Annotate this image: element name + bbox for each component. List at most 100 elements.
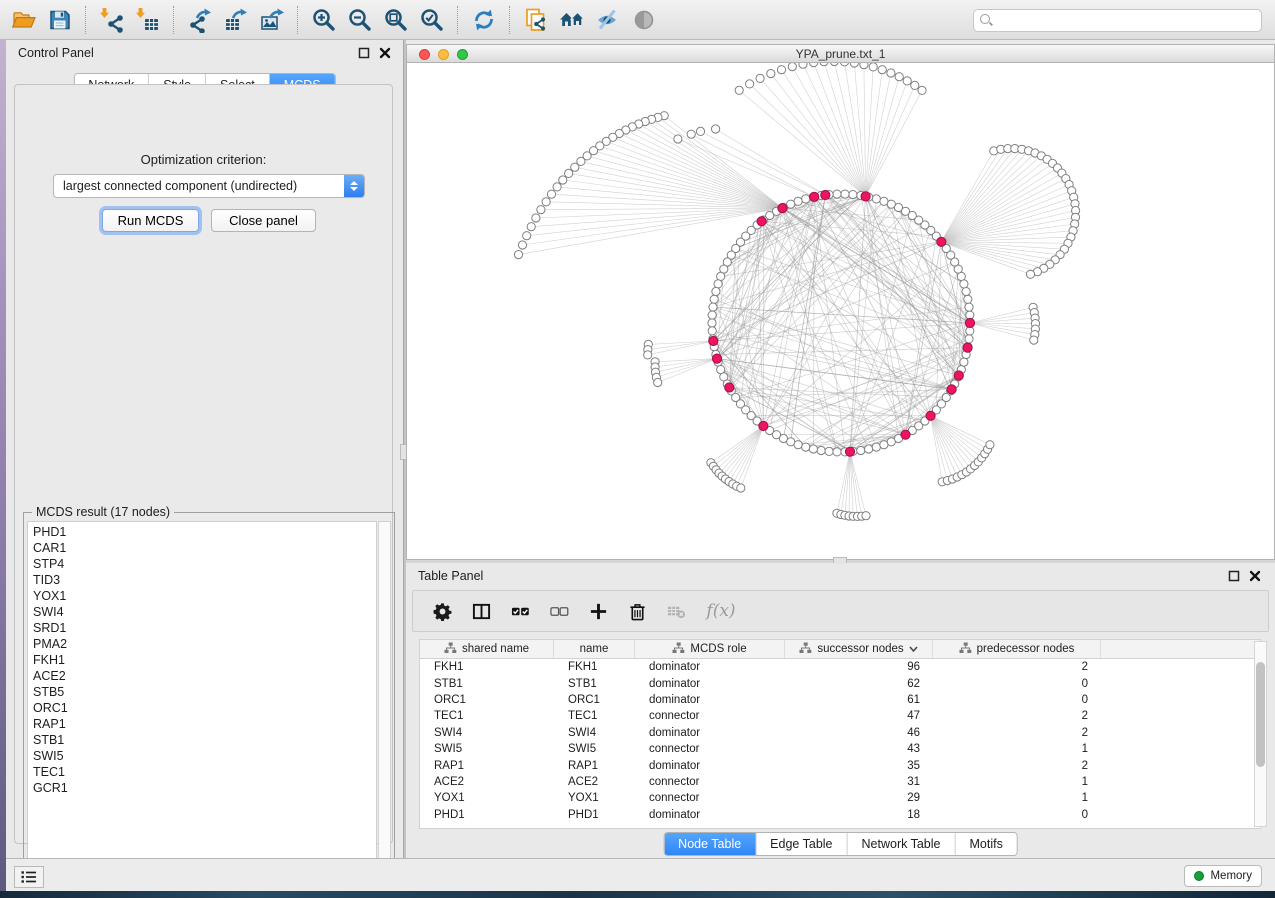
cell-name[interactable]: ACE2 <box>554 776 635 788</box>
cell-shared-name[interactable]: STB1 <box>420 678 554 690</box>
table-scrollbar[interactable] <box>1254 641 1267 827</box>
cell-MCDS-role[interactable]: connector <box>635 776 785 788</box>
mcds-result-item[interactable]: YOX1 <box>33 588 376 604</box>
mcds-result-scrollbar[interactable] <box>378 521 391 881</box>
check-all-icon[interactable] <box>509 600 531 622</box>
cell-shared-name[interactable]: YOX1 <box>420 792 554 804</box>
cell-MCDS-role[interactable]: dominator <box>635 694 785 706</box>
cell-predecessor-nodes[interactable]: 2 <box>933 727 1101 739</box>
mcds-result-item[interactable]: GCR1 <box>33 780 376 796</box>
mcds-result-item[interactable]: TEC1 <box>33 764 376 780</box>
export-image-icon[interactable] <box>254 5 290 35</box>
run-mcds-button[interactable]: Run MCDS <box>102 209 199 232</box>
tab-motifs[interactable]: Motifs <box>955 833 1016 855</box>
mcds-result-item[interactable]: ORC1 <box>33 700 376 716</box>
close-panel-icon[interactable] <box>1249 570 1261 582</box>
cell-shared-name[interactable]: ORC1 <box>420 694 554 706</box>
cell-name[interactable]: YOX1 <box>554 792 635 804</box>
minimize-window-icon[interactable] <box>438 49 449 60</box>
open-file-icon[interactable] <box>6 5 42 35</box>
table-row-PHD1[interactable]: PHD1PHD1dominator180 <box>420 807 1260 823</box>
cell-MCDS-role[interactable]: dominator <box>635 678 785 690</box>
close-panel-icon[interactable] <box>379 47 391 59</box>
uncheck-all-icon[interactable] <box>548 600 570 622</box>
refresh-layout-icon[interactable] <box>466 5 502 35</box>
mcds-result-item[interactable]: PMA2 <box>33 636 376 652</box>
mcds-result-item[interactable]: CAR1 <box>33 540 376 556</box>
cell-MCDS-role[interactable]: dominator <box>635 809 785 821</box>
clone-network-icon[interactable] <box>518 5 554 35</box>
cell-name[interactable]: FKH1 <box>554 661 635 673</box>
scrollbar-thumb[interactable] <box>1256 662 1265 767</box>
float-panel-icon[interactable] <box>1228 570 1240 582</box>
cell-name[interactable]: SWI4 <box>554 727 635 739</box>
cell-shared-name[interactable]: RAP1 <box>420 760 554 772</box>
cell-predecessor-nodes[interactable]: 0 <box>933 694 1101 706</box>
mcds-result-list[interactable]: PHD1CAR1STP4TID3YOX1SWI4SRD1PMA2FKH1ACE2… <box>27 521 377 881</box>
cell-predecessor-nodes[interactable]: 0 <box>933 678 1101 690</box>
column-header-predecessor-nodes[interactable]: predecessor nodes <box>933 640 1101 658</box>
table-row-SWI4[interactable]: SWI4SWI4dominator462 <box>420 725 1260 741</box>
cell-predecessor-nodes[interactable]: 2 <box>933 760 1101 772</box>
tab-network-table[interactable]: Network Table <box>848 833 956 855</box>
cell-successor-nodes[interactable]: 47 <box>785 710 933 722</box>
mcds-result-item[interactable]: SWI5 <box>33 748 376 764</box>
import-network-icon[interactable] <box>94 5 130 35</box>
table-row-SWI5[interactable]: SWI5SWI5connector431 <box>420 741 1260 757</box>
cell-shared-name[interactable]: SWI4 <box>420 727 554 739</box>
search-input[interactable] <box>993 14 1261 28</box>
close-window-icon[interactable] <box>419 49 430 60</box>
cell-successor-nodes[interactable]: 62 <box>785 678 933 690</box>
table-row-YOX1[interactable]: YOX1YOX1connector291 <box>420 790 1260 806</box>
table-row-RAP1[interactable]: RAP1RAP1dominator352 <box>420 757 1260 773</box>
float-panel-icon[interactable] <box>358 47 370 59</box>
cell-MCDS-role[interactable]: dominator <box>635 727 785 739</box>
mcds-result-item[interactable]: RAP1 <box>33 716 376 732</box>
mcds-result-item[interactable]: SRD1 <box>33 620 376 636</box>
cell-successor-nodes[interactable]: 29 <box>785 792 933 804</box>
show-eye-icon[interactable] <box>626 5 662 35</box>
add-icon[interactable] <box>587 600 609 622</box>
mcds-result-item[interactable]: STP4 <box>33 556 376 572</box>
cell-predecessor-nodes[interactable]: 1 <box>933 776 1101 788</box>
cell-successor-nodes[interactable]: 31 <box>785 776 933 788</box>
zoom-in-icon[interactable] <box>306 5 342 35</box>
table-row-STB1[interactable]: STB1STB1dominator620 <box>420 675 1260 691</box>
table-row-FKH1[interactable]: FKH1FKH1dominator962 <box>420 659 1260 675</box>
criterion-select[interactable]: largest connected component (undirected) <box>53 174 365 198</box>
cell-successor-nodes[interactable]: 46 <box>785 727 933 739</box>
panel-selector-button[interactable] <box>14 866 44 888</box>
gear-icon[interactable] <box>431 600 453 622</box>
cell-name[interactable]: ORC1 <box>554 694 635 706</box>
cell-MCDS-role[interactable]: connector <box>635 710 785 722</box>
cell-shared-name[interactable]: ACE2 <box>420 776 554 788</box>
close-panel-button[interactable]: Close panel <box>211 209 316 232</box>
mcds-result-item[interactable]: TID3 <box>33 572 376 588</box>
cell-shared-name[interactable]: SWI5 <box>420 743 554 755</box>
memory-button[interactable]: Memory <box>1184 865 1262 887</box>
cell-successor-nodes[interactable]: 18 <box>785 809 933 821</box>
column-header-successor-nodes[interactable]: successor nodes <box>785 640 933 658</box>
network-graph[interactable] <box>407 63 1274 558</box>
cell-predecessor-nodes[interactable]: 1 <box>933 743 1101 755</box>
zoom-out-icon[interactable] <box>342 5 378 35</box>
cell-predecessor-nodes[interactable]: 1 <box>933 792 1101 804</box>
tab-edge-table[interactable]: Edge Table <box>756 833 847 855</box>
cell-successor-nodes[interactable]: 61 <box>785 694 933 706</box>
table-row-ORC1[interactable]: ORC1ORC1dominator610 <box>420 692 1260 708</box>
cell-name[interactable]: STB1 <box>554 678 635 690</box>
mcds-result-item[interactable]: STB1 <box>33 732 376 748</box>
cell-name[interactable]: RAP1 <box>554 760 635 772</box>
cell-successor-nodes[interactable]: 43 <box>785 743 933 755</box>
network-canvas[interactable] <box>406 63 1275 560</box>
columns-icon[interactable] <box>470 600 492 622</box>
cell-shared-name[interactable]: FKH1 <box>420 661 554 673</box>
export-table-icon[interactable] <box>218 5 254 35</box>
import-table-icon[interactable] <box>130 5 166 35</box>
cell-predecessor-nodes[interactable]: 2 <box>933 710 1101 722</box>
column-header-name[interactable]: name <box>554 640 635 658</box>
cell-MCDS-role[interactable]: connector <box>635 792 785 804</box>
cell-name[interactable]: SWI5 <box>554 743 635 755</box>
zoom-fit-icon[interactable] <box>378 5 414 35</box>
table-row-TEC1[interactable]: TEC1TEC1connector472 <box>420 708 1260 724</box>
